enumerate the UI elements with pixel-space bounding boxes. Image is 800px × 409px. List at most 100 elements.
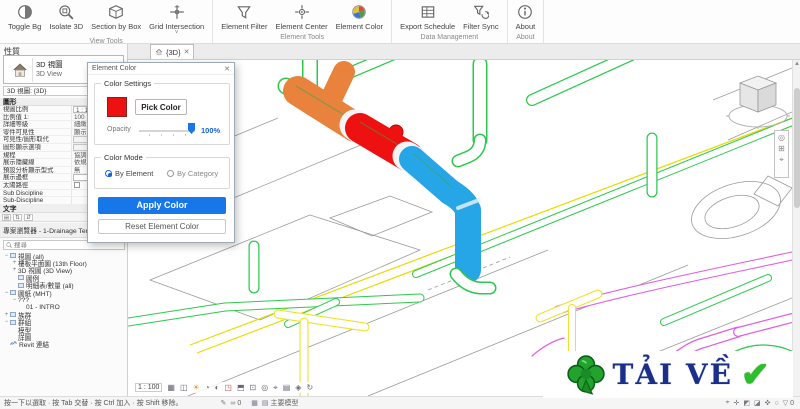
- element-center-icon: [294, 5, 309, 19]
- clover-icon: [566, 354, 605, 395]
- search-icon: [6, 242, 12, 248]
- reveal-hidden-icon[interactable]: ⌖: [273, 383, 278, 393]
- link-icon: [10, 341, 17, 346]
- about-button[interactable]: About: [512, 2, 540, 33]
- element-center-button[interactable]: Element Center: [271, 2, 331, 33]
- select-underlay-icon[interactable]: ✛: [733, 399, 739, 407]
- refresh-icon[interactable]: ↻: [306, 383, 313, 393]
- scroll-up-icon[interactable]: ▲: [793, 60, 800, 69]
- toggle-background-icon: [17, 5, 32, 19]
- by-element-radio[interactable]: By Element: [105, 169, 153, 178]
- expander-icon[interactable]: +: [11, 267, 18, 273]
- filter-sync-button[interactable]: Filter Sync: [459, 2, 502, 33]
- tab-label: {3D}: [166, 47, 181, 57]
- expander-icon[interactable]: +: [11, 260, 18, 266]
- families-icon: [10, 312, 16, 318]
- isolate-3d-label: Isolate 3D: [49, 22, 84, 31]
- element-filter-button[interactable]: Element Filter: [217, 2, 271, 33]
- house-3d-view-icon: [7, 57, 33, 82]
- navigation-bar[interactable]: ◎ ⊞ ⌖: [774, 130, 789, 178]
- group-label-element-tools: Element Tools: [280, 34, 325, 41]
- drag-elements-icon[interactable]: ✜: [765, 399, 771, 407]
- ribbon-group-element-tools: Element Filter Element Center Element Co…: [213, 0, 393, 43]
- view-control-bar: 1 : 100 ▦ ◫ ☀ ◔ ◐ ◳ ⬒ ⊡ ◎ ⌖ ▤ ◈ ↻: [132, 382, 317, 393]
- pan-icon[interactable]: ⌖: [779, 155, 784, 165]
- select-links-icon[interactable]: ⌖: [726, 399, 730, 407]
- group-by-icon[interactable]: ▤: [2, 214, 11, 221]
- selection-filter-icon[interactable]: ▽: [783, 399, 788, 407]
- sun-path-checkbox[interactable]: [74, 182, 80, 189]
- radio-unselected-icon: [167, 170, 174, 177]
- expander-icon[interactable]: −: [3, 253, 10, 259]
- visual-style-icon[interactable]: ◫: [180, 383, 188, 393]
- expander-icon[interactable]: −: [11, 297, 18, 303]
- radio-selected-icon: [105, 170, 112, 177]
- zoom-icon[interactable]: ⊞: [778, 144, 785, 153]
- isolate-3d-button[interactable]: Isolate 3D: [45, 2, 87, 33]
- dialog-close-icon[interactable]: ✕: [224, 65, 230, 73]
- tree-item-sheet-folder[interactable]: −???: [0, 296, 127, 304]
- opacity-slider-thumb[interactable]: [188, 123, 195, 134]
- type-family-label: 3D 視圖: [36, 60, 63, 69]
- select-by-face-icon[interactable]: ◪: [754, 399, 761, 407]
- reset-element-color-button[interactable]: Reset Element Color: [98, 219, 226, 234]
- group-label-about: About: [516, 34, 535, 41]
- view-cube[interactable]: [726, 66, 790, 136]
- toggle-bg-button[interactable]: Toggle Bg: [4, 2, 45, 33]
- link-icon[interactable]: ∞: [230, 400, 235, 407]
- shadows-icon[interactable]: ◔: [205, 383, 210, 393]
- groups-icon: [10, 319, 16, 325]
- crop-view-icon[interactable]: ◳: [224, 383, 232, 393]
- tab-close-icon[interactable]: ✕: [184, 48, 190, 56]
- worksets-icon[interactable]: ✎: [221, 399, 227, 407]
- sort-descending-icon[interactable]: ⇵: [24, 214, 33, 221]
- by-category-radio[interactable]: By Category: [167, 169, 218, 178]
- about-label: About: [515, 22, 536, 31]
- pick-color-button[interactable]: Pick Color: [135, 99, 187, 115]
- color-swatch[interactable]: [107, 97, 127, 117]
- scrollbar-thumb[interactable]: [794, 88, 800, 208]
- sort-ascending-icon[interactable]: ⇅: [13, 214, 22, 221]
- apply-color-button[interactable]: Apply Color: [98, 197, 226, 214]
- active-options-icon[interactable]: ▤: [262, 399, 269, 407]
- expander-icon[interactable]: −: [3, 319, 10, 325]
- section-box-icon: [109, 5, 124, 19]
- tree-item-3d-views[interactable]: +3D 視圖 (3D View): [0, 267, 127, 275]
- section-by-box-button[interactable]: Section by Box: [87, 2, 145, 33]
- expander-icon[interactable]: −: [3, 290, 10, 296]
- element-color-icon: [352, 5, 367, 19]
- filter-sync-label: Filter Sync: [463, 22, 499, 31]
- view-scale-control[interactable]: 1 : 100: [135, 383, 163, 392]
- opacity-value: 100%: [201, 126, 221, 135]
- color-settings-group: Color Settings Pick Color Opacity 100%: [94, 79, 230, 145]
- opacity-slider-track[interactable]: [139, 130, 195, 136]
- export-schedule-button[interactable]: Export Schedule: [396, 2, 459, 33]
- crop-region-icon[interactable]: ⬒: [237, 383, 245, 393]
- tree-item-revit-links[interactable]: Revit 連結: [0, 341, 127, 349]
- steering-wheel-icon[interactable]: ◎: [778, 133, 785, 142]
- element-color-dialog: Element Color ✕ Color Settings Pick Colo…: [87, 62, 235, 243]
- element-color-label: Element Color: [335, 22, 384, 31]
- vertical-scrollbar[interactable]: ▲: [792, 60, 800, 396]
- color-mode-group: Color Mode By Element By Category: [94, 153, 230, 189]
- expander-icon[interactable]: +: [3, 312, 10, 318]
- temporary-hide-icon[interactable]: ◎: [261, 383, 268, 393]
- sun-path-icon[interactable]: ☀: [193, 383, 200, 393]
- home-view-icon: [155, 48, 163, 56]
- color-settings-label: Color Settings: [101, 79, 155, 88]
- render-icon[interactable]: ◐: [215, 383, 220, 393]
- dialog-title: Element Color: [92, 65, 137, 72]
- element-color-button[interactable]: Element Color: [332, 2, 388, 33]
- constraints-icon[interactable]: ◈: [295, 383, 301, 393]
- detail-level-icon[interactable]: ▦: [167, 383, 175, 393]
- background-process-icon[interactable]: ○: [774, 400, 778, 407]
- filter-sync-icon: [473, 5, 489, 19]
- analysis-icon[interactable]: ▤: [283, 383, 291, 393]
- design-options-icon[interactable]: ▦: [251, 399, 258, 407]
- tab-3d-view[interactable]: {3D} ✕: [150, 44, 195, 59]
- grid-intersection-button[interactable]: Grid Intersection ˅: [145, 2, 208, 37]
- filter-count: 0: [790, 399, 794, 407]
- lock-view-icon[interactable]: ⊡: [250, 383, 257, 393]
- select-pinned-icon[interactable]: ◩: [743, 399, 750, 407]
- grid-intersection-icon: [169, 5, 184, 19]
